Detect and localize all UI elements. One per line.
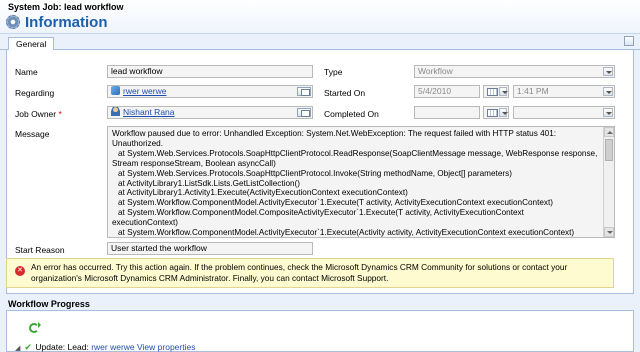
collapse-icon[interactable] — [624, 36, 634, 46]
refresh-icon[interactable] — [29, 322, 41, 333]
title-row: Information — [6, 13, 108, 31]
chevron-down-icon[interactable]: ◢ — [15, 344, 20, 352]
step-entity: Lead: — [67, 342, 89, 352]
regarding-link[interactable]: rwer werwe — [123, 86, 166, 96]
lookup-icon[interactable] — [297, 108, 311, 117]
scroll-down-icon[interactable] — [604, 227, 614, 237]
message-line: Stream responseStream, Boolean asyncCall… — [112, 158, 276, 168]
step-action: Update: — [35, 342, 66, 352]
completed-on-time[interactable] — [513, 106, 615, 119]
job-owner-label: Job Owner * — [15, 109, 62, 119]
workflow-progress-panel: ◢ ✔ Update: Lead: rwer werwe View properti… — [6, 310, 634, 352]
message-label: Message — [15, 129, 50, 139]
page-header: System Job: lead workflow Information — [0, 0, 640, 34]
started-on-date[interactable]: 5/4/2010 — [414, 85, 480, 98]
chevron-down-icon[interactable] — [499, 87, 508, 96]
start-reason-label: Start Reason — [15, 245, 65, 255]
name-label: Name — [15, 67, 38, 77]
tab-general[interactable]: General — [8, 37, 55, 51]
type-select[interactable]: Workflow — [414, 65, 615, 78]
completed-on-date[interactable] — [414, 106, 480, 119]
calendar-icon — [487, 109, 498, 117]
workflow-step-row: ◢ ✔ Update: Lead: rwer werwe View properti… — [15, 342, 195, 352]
regarding-lookup[interactable]: rwer werwe — [107, 85, 313, 98]
required-marker: * — [58, 109, 62, 119]
chevron-down-icon[interactable] — [603, 108, 613, 117]
message-line: Workflow paused due to error: Unhandled … — [112, 129, 557, 138]
chevron-down-icon[interactable] — [603, 67, 613, 76]
view-properties-link[interactable]: View properties — [137, 342, 195, 352]
step-record-link[interactable]: rwer werwe — [91, 342, 134, 352]
started-on-time-value: 1:41 PM — [517, 86, 549, 96]
scroll-thumb[interactable] — [605, 139, 613, 161]
completed-on-label: Completed On — [324, 109, 379, 119]
message-line: at System.Workflow.ComponentModel.Compos… — [118, 208, 524, 218]
start-reason-field[interactable]: User started the workflow — [107, 242, 313, 255]
name-field[interactable]: lead workflow — [107, 65, 313, 78]
job-owner-link[interactable]: Nishant Rana — [123, 107, 175, 117]
page-title: Information — [25, 13, 108, 31]
message-line: executionContext) — [112, 218, 178, 228]
type-label: Type — [324, 67, 343, 77]
chevron-down-icon[interactable] — [499, 108, 508, 117]
chevron-down-icon[interactable] — [603, 87, 613, 96]
started-on-time[interactable]: 1:41 PM — [513, 85, 615, 98]
calendar-icon — [487, 88, 498, 96]
message-line: at System.Web.Services.Protocols.SoapHtt… — [118, 168, 512, 178]
message-scrollbar[interactable] — [603, 127, 614, 237]
job-owner-label-text: Job Owner — [15, 109, 57, 119]
tab-strip: General — [0, 34, 640, 51]
message-line: at System.Web.Services.Protocols.SoapHtt… — [118, 148, 598, 158]
gear-icon — [6, 15, 20, 29]
job-owner-lookup[interactable]: Nishant Rana — [107, 106, 313, 119]
message-line: at ActivityLibrary1.ListSdk.Lists.GetLis… — [118, 178, 301, 188]
started-on-calendar-button[interactable] — [483, 85, 509, 98]
completed-on-calendar-button[interactable] — [483, 106, 509, 119]
user-icon — [111, 107, 120, 116]
message-line: at ActivityLibrary1.Activity1.Execute(Ac… — [118, 188, 408, 198]
message-line: at System.Workflow.ComponentModel.Activi… — [118, 198, 554, 208]
error-message: An error has occurred. Try this action a… — [31, 262, 568, 283]
message-textarea[interactable]: Workflow paused due to error: Unhandled … — [107, 126, 615, 238]
started-on-label: Started On — [324, 88, 366, 98]
regarding-label: Regarding — [15, 88, 55, 98]
check-icon: ✔ — [24, 342, 32, 352]
error-notification: ✕ An error has occurred. Try this action… — [6, 258, 614, 288]
type-value: Workflow — [418, 66, 453, 76]
message-line: Unauthorized. — [112, 138, 163, 148]
lead-icon — [111, 86, 120, 95]
error-icon: ✕ — [15, 266, 25, 276]
scroll-up-icon[interactable] — [604, 127, 614, 137]
workflow-progress-title: Workflow Progress — [8, 299, 90, 309]
page-subtitle: System Job: lead workflow — [8, 2, 124, 12]
lookup-icon[interactable] — [297, 87, 311, 96]
message-line: at System.Workflow.ComponentModel.Activi… — [118, 228, 575, 238]
